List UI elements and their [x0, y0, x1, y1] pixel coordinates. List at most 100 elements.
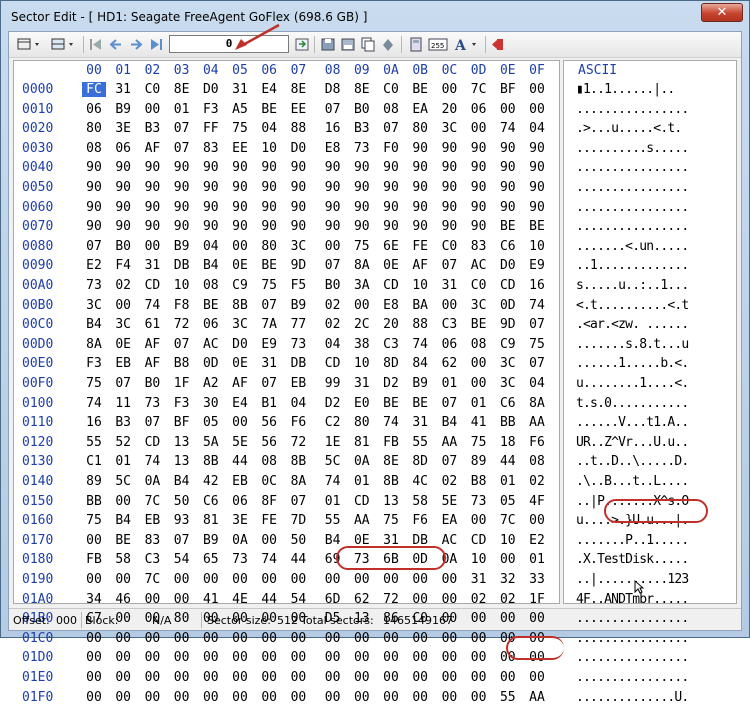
hex-byte[interactable]: 1E: [321, 435, 345, 450]
hex-byte[interactable]: 01: [170, 102, 194, 117]
hex-byte[interactable]: 75: [525, 337, 549, 352]
hex-byte[interactable]: 75: [82, 513, 106, 528]
hex-byte[interactable]: 00: [525, 82, 549, 97]
hex-byte[interactable]: 0D: [199, 356, 223, 371]
hex-byte[interactable]: 3C: [286, 239, 310, 254]
hex-byte[interactable]: 0E: [228, 258, 252, 273]
hex-byte[interactable]: 00: [408, 650, 432, 665]
hex-byte[interactable]: 00: [321, 631, 345, 646]
hex-byte[interactable]: FE: [408, 239, 432, 254]
hex-byte[interactable]: 90: [408, 200, 432, 215]
hex-byte[interactable]: 74: [321, 474, 345, 489]
save-icon[interactable]: [319, 36, 337, 53]
hex-byte[interactable]: 00: [350, 670, 374, 685]
hex-byte[interactable]: 3C: [82, 298, 106, 313]
hex-byte[interactable]: B9: [170, 239, 194, 254]
hex-byte[interactable]: 90: [350, 219, 374, 234]
hex-byte[interactable]: 58: [111, 552, 135, 567]
hex-byte[interactable]: AC: [199, 337, 223, 352]
hex-byte[interactable]: 90: [321, 180, 345, 195]
hex-byte[interactable]: 41: [467, 415, 491, 430]
hex-byte[interactable]: 00: [111, 670, 135, 685]
hex-byte[interactable]: 00: [111, 494, 135, 509]
hex-byte[interactable]: 75: [467, 435, 491, 450]
hex-byte[interactable]: 7C: [496, 513, 520, 528]
view-menu-icon[interactable]: [15, 36, 45, 53]
hex-byte[interactable]: 90: [350, 200, 374, 215]
hex-byte[interactable]: 00: [111, 650, 135, 665]
hex-byte[interactable]: 50: [170, 494, 194, 509]
hex-byte[interactable]: BB: [496, 415, 520, 430]
hex-byte[interactable]: B4: [170, 474, 194, 489]
hex-byte[interactable]: 90: [496, 141, 520, 156]
hex-byte[interactable]: 00: [437, 670, 461, 685]
hex-byte[interactable]: 90: [350, 160, 374, 175]
hex-byte[interactable]: 3C: [228, 317, 252, 332]
hex-byte[interactable]: 00: [82, 572, 106, 587]
hex-byte[interactable]: 44: [228, 454, 252, 469]
hex-byte[interactable]: 81: [350, 435, 374, 450]
hex-byte[interactable]: BE: [257, 102, 281, 117]
hex-byte[interactable]: 4E: [228, 592, 252, 607]
hex-byte[interactable]: 00: [228, 239, 252, 254]
hex-byte[interactable]: 5C: [111, 474, 135, 489]
hex-byte[interactable]: 90: [379, 160, 403, 175]
hex-byte[interactable]: 1F: [525, 592, 549, 607]
hex-byte[interactable]: 04: [199, 239, 223, 254]
hex-byte[interactable]: FB: [379, 435, 403, 450]
hex-byte[interactable]: 8D: [379, 356, 403, 371]
hex-byte[interactable]: BE: [111, 533, 135, 548]
hex-byte[interactable]: 00: [437, 631, 461, 646]
hex-byte[interactable]: 00: [379, 572, 403, 587]
hex-byte[interactable]: AA: [437, 435, 461, 450]
hex-byte[interactable]: 16: [82, 415, 106, 430]
hex-byte[interactable]: 90: [111, 219, 135, 234]
hex-byte[interactable]: 00: [408, 670, 432, 685]
selected-byte[interactable]: FC: [82, 82, 106, 97]
ascii-row[interactable]: ................: [576, 219, 689, 239]
hex-byte[interactable]: 8B: [286, 454, 310, 469]
hex-byte[interactable]: 08: [467, 337, 491, 352]
hex-byte[interactable]: 07: [170, 141, 194, 156]
hex-byte[interactable]: 07: [321, 102, 345, 117]
hex-byte[interactable]: 00: [228, 572, 252, 587]
hex-byte[interactable]: 72: [170, 317, 194, 332]
hex-byte[interactable]: 13: [170, 435, 194, 450]
hex-byte[interactable]: 00: [286, 690, 310, 705]
hex-byte[interactable]: 20: [437, 102, 461, 117]
hex-byte[interactable]: 8A: [286, 474, 310, 489]
hex-byte[interactable]: 80: [350, 415, 374, 430]
hex-byte[interactable]: 00: [170, 670, 194, 685]
hex-byte[interactable]: 10: [257, 141, 281, 156]
hex-byte[interactable]: 72: [286, 435, 310, 450]
hex-byte[interactable]: BE: [496, 219, 520, 234]
goto-icon[interactable]: [293, 36, 311, 53]
hex-byte[interactable]: 3E: [111, 121, 135, 136]
hex-byte[interactable]: AC: [467, 258, 491, 273]
hex-byte[interactable]: 00: [437, 592, 461, 607]
hex-byte[interactable]: 56: [257, 415, 281, 430]
hex-byte[interactable]: 5E: [228, 435, 252, 450]
hex-byte[interactable]: D0: [496, 258, 520, 273]
hex-byte[interactable]: 90: [140, 200, 164, 215]
close-button[interactable]: ✕: [701, 3, 743, 22]
hex-byte[interactable]: 74: [140, 454, 164, 469]
last-sector-icon[interactable]: [147, 36, 165, 53]
hex-byte[interactable]: 30: [199, 396, 223, 411]
hex-byte[interactable]: CD: [467, 533, 491, 548]
hex-byte[interactable]: 00: [408, 690, 432, 705]
hex-byte[interactable]: 01: [437, 376, 461, 391]
hex-byte[interactable]: EB: [140, 513, 164, 528]
hex-byte[interactable]: E9: [257, 337, 281, 352]
hex-byte[interactable]: 07: [379, 121, 403, 136]
hex-byte[interactable]: 01: [321, 494, 345, 509]
hex-byte[interactable]: 74: [525, 298, 549, 313]
hex-byte[interactable]: 81: [199, 513, 223, 528]
hex-byte[interactable]: 90: [408, 180, 432, 195]
hex-byte[interactable]: 3C: [496, 376, 520, 391]
hex-byte[interactable]: 02: [437, 474, 461, 489]
hex-byte[interactable]: 3C: [496, 356, 520, 371]
hex-byte[interactable]: 90: [525, 160, 549, 175]
hex-byte[interactable]: 72: [379, 592, 403, 607]
ascii-pane[interactable]: ASCII ▮1..1......|.................. .>..…: [563, 60, 737, 705]
